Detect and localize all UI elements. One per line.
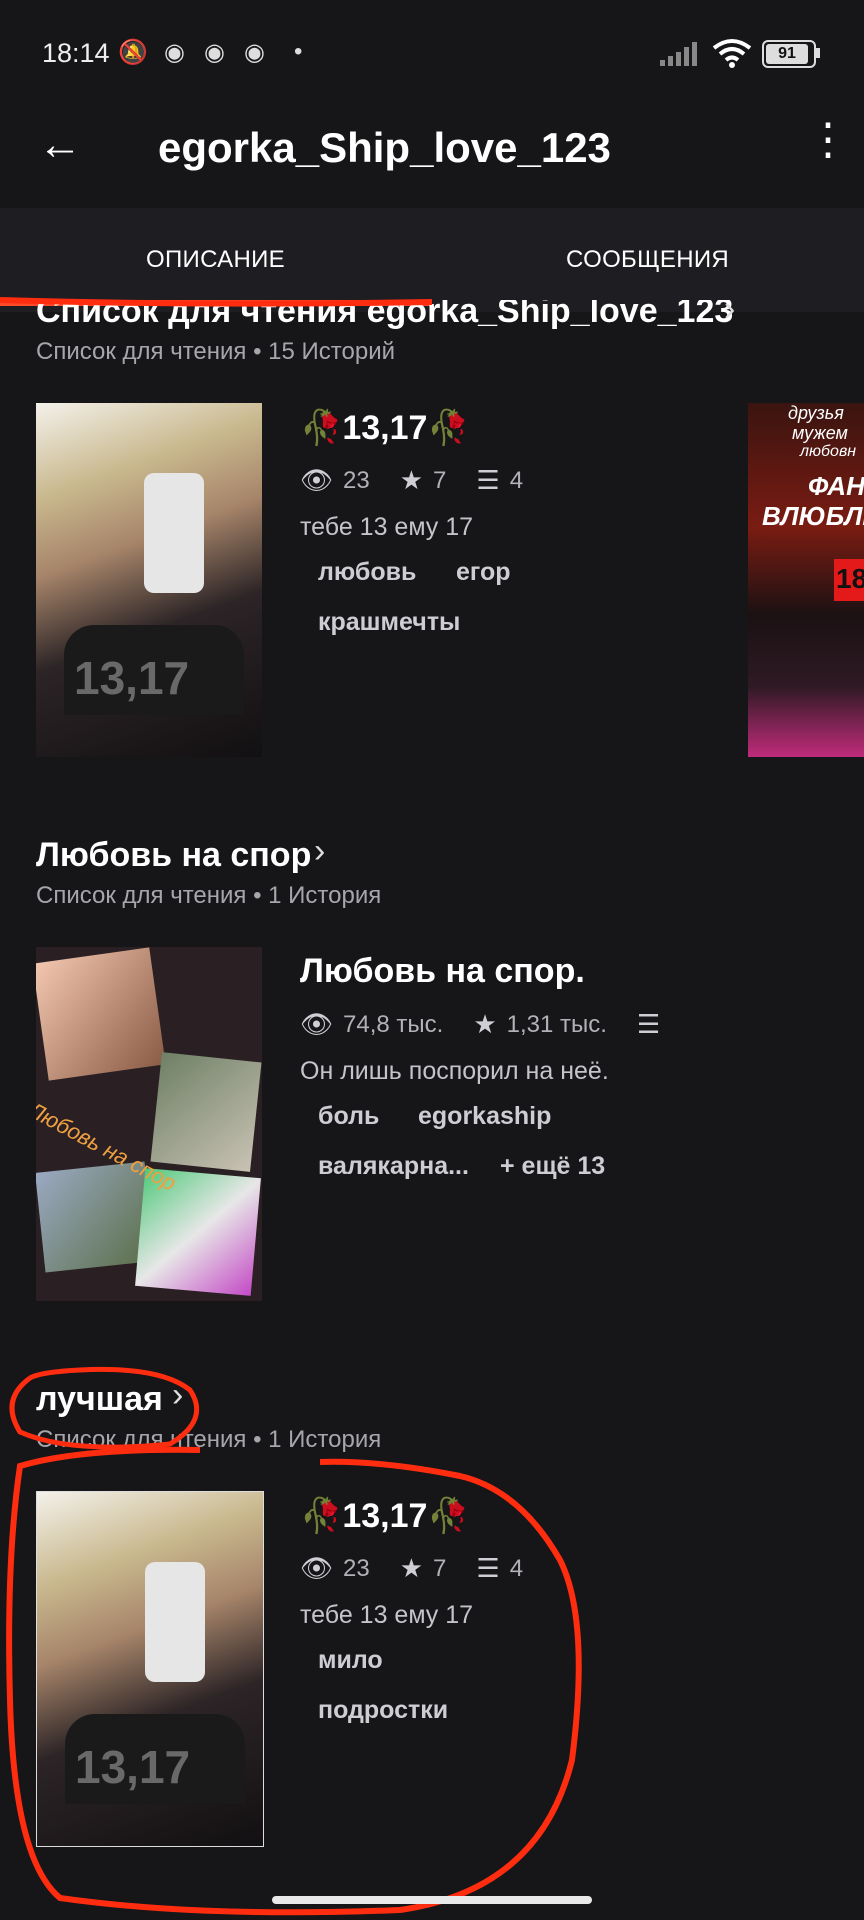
- annotation-underline: [0, 297, 433, 307]
- annotation-circle-story: [6, 1446, 582, 1916]
- annotation-circle-title: [9, 1366, 200, 1450]
- home-indicator[interactable]: [272, 1896, 592, 1904]
- annotation-overlay: [0, 297, 582, 1916]
